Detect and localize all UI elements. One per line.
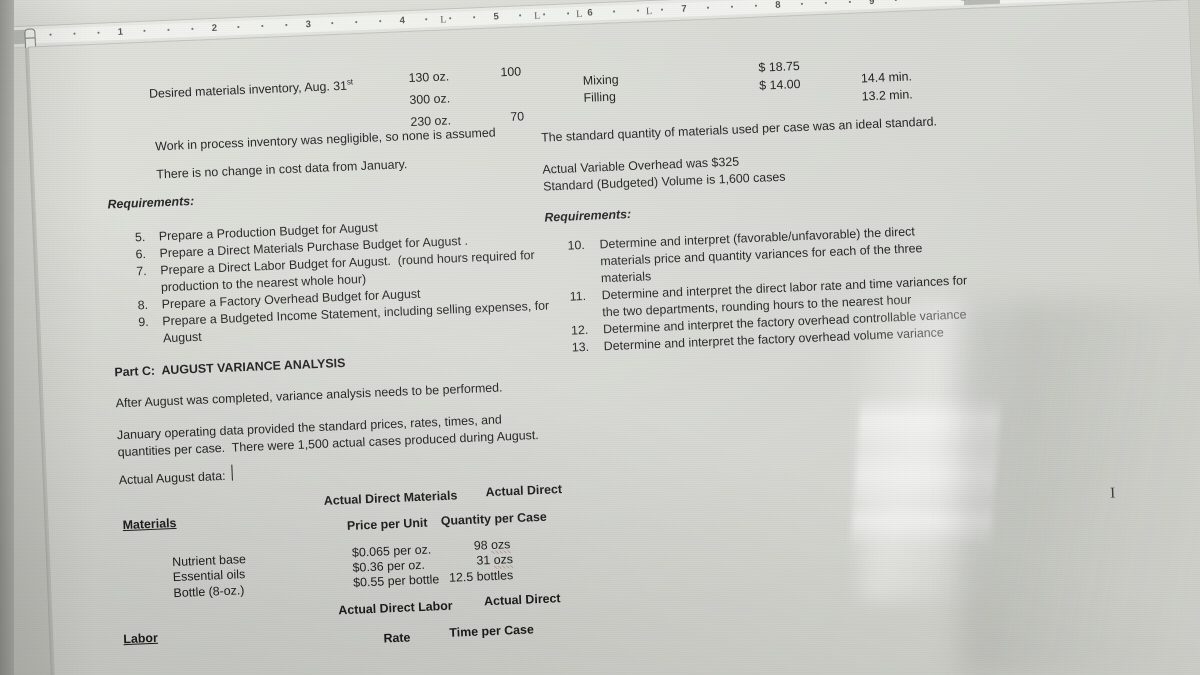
- cost-note: There is no change in cost data from Jan…: [156, 157, 408, 182]
- dept-name: Filling: [583, 89, 617, 105]
- document-page[interactable]: Desired materials inventory, Aug. 31st 1…: [29, 0, 1200, 675]
- dept-time: 14.4 min.: [860, 69, 913, 86]
- monitor-bezel-left: [0, 0, 14, 675]
- materials-header-sub-left: Price per Unit: [346, 515, 428, 533]
- requirement-number: 10.: [567, 237, 586, 253]
- mouse-ibeam-cursor: I: [1109, 485, 1116, 502]
- requirement-number: 9.: [138, 314, 150, 330]
- requirement-number: 6.: [135, 246, 147, 262]
- dept-time: 13.2 min.: [861, 87, 913, 104]
- materials-header-top-left: Actual Direct Materials: [323, 488, 458, 508]
- requirement-number: 11.: [569, 288, 587, 304]
- requirement-text: August: [162, 329, 202, 346]
- part-c-intro: After August was completed, variance ana…: [115, 380, 503, 411]
- screen-photo: ↳ Editing Voice Editor 1 2 3 4 5 6 7 8 9…: [0, 0, 1200, 675]
- ideal-standard-note: The standard quantity of materials used …: [540, 114, 938, 145]
- requirement-number: 13.: [571, 339, 590, 355]
- material-qty: 12.5 bottles: [448, 568, 514, 585]
- requirement-number: 8.: [137, 297, 149, 313]
- wip-note: Work in process inventory was negligible…: [154, 125, 496, 154]
- dept-rate: $ 18.75: [758, 58, 801, 75]
- requirement-number: 5.: [134, 229, 146, 245]
- labor-header-sub-left: Rate: [383, 630, 411, 646]
- labor-header-sub-right: Time per Case: [449, 622, 535, 640]
- tab-stop-marker[interactable]: L: [440, 14, 447, 25]
- labor-header-top-left: Actual Direct Labor: [338, 598, 453, 618]
- labor-section-label: Labor: [123, 630, 159, 647]
- materials-header-top-right: Actual Direct: [485, 482, 563, 500]
- materials-header-sub-right: Quantity per Case: [440, 509, 548, 529]
- inventory-line: Desired materials inventory, Aug. 31st: [148, 77, 354, 101]
- left-requirements-heading: Requirements:: [107, 193, 195, 212]
- text-caret: [231, 464, 234, 481]
- actual-data-label: Actual August data:: [118, 468, 226, 488]
- tab-stop-marker[interactable]: L: [576, 9, 583, 20]
- tab-stop-marker[interactable]: L: [534, 11, 541, 22]
- part-c-heading: Part C: AUGUST VARIANCE ANALYSIS: [114, 355, 346, 380]
- inventory-count: 70: [509, 109, 525, 124]
- requirement-number: 12.: [570, 322, 589, 338]
- dept-rate: $ 14.00: [758, 76, 801, 93]
- tab-stop-marker[interactable]: L: [646, 6, 653, 17]
- document-body: Desired materials inventory, Aug. 31st 1…: [29, 0, 1200, 675]
- requirement-number: 7.: [136, 263, 147, 279]
- word-window: ↳ Editing Voice Editor 1 2 3 4 5 6 7 8 9…: [0, 0, 1200, 675]
- inventory-count: 100: [500, 64, 522, 80]
- material-price: $0.55 per bottle: [352, 572, 440, 590]
- inventory-amount: 300 oz.: [409, 91, 451, 108]
- right-requirements-heading: Requirements:: [544, 207, 632, 225]
- inventory-amount: 130 oz.: [408, 69, 450, 86]
- material-name: Bottle (8-oz.): [173, 583, 245, 601]
- labor-header-top-right: Actual Direct: [483, 591, 561, 609]
- materials-section-label: Materials: [122, 515, 177, 533]
